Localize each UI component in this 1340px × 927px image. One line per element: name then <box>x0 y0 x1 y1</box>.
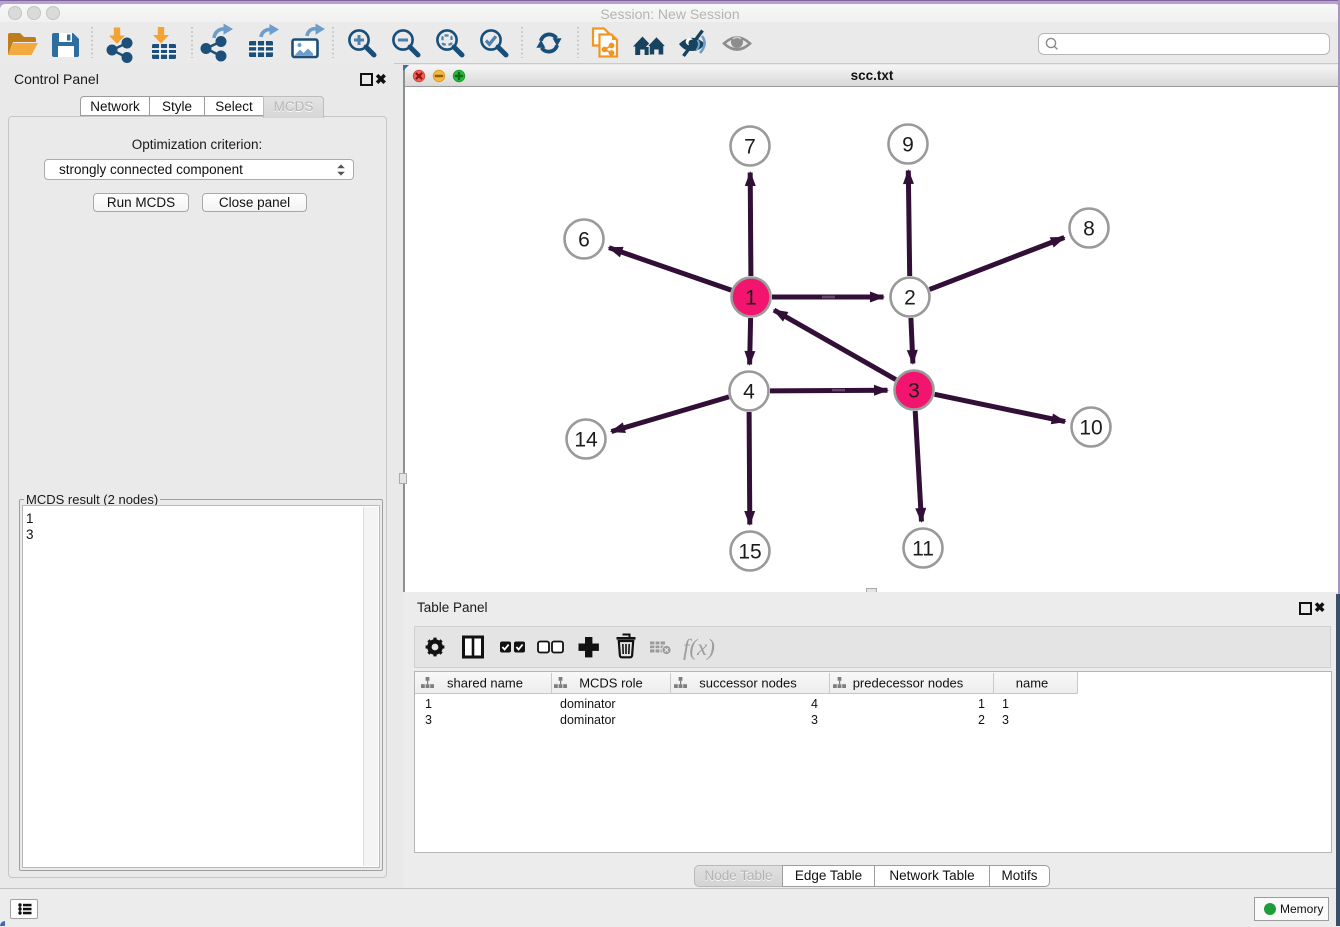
svg-text:10: 10 <box>1079 417 1102 440</box>
svg-text:successor nodes: successor nodes <box>699 676 797 691</box>
svg-text:name: name <box>1016 676 1049 691</box>
svg-text:7: 7 <box>744 136 756 159</box>
svg-text:2: 2 <box>904 287 916 310</box>
svg-text:15: 15 <box>738 541 761 564</box>
svg-text:predecessor nodes: predecessor nodes <box>853 676 964 691</box>
svg-text:MCDS role: MCDS role <box>579 676 643 691</box>
svg-text:f(x): f(x) <box>683 635 715 660</box>
svg-text:6: 6 <box>578 229 590 252</box>
svg-text:8: 8 <box>1083 218 1095 241</box>
svg-text:shared name: shared name <box>447 676 523 691</box>
svg-text:14: 14 <box>574 429 598 452</box>
svg-text:4: 4 <box>743 381 755 404</box>
svg-text:1: 1 <box>745 287 757 310</box>
svg-text:9: 9 <box>902 134 914 157</box>
svg-text:3: 3 <box>908 380 920 403</box>
svg-text:11: 11 <box>912 538 934 561</box>
